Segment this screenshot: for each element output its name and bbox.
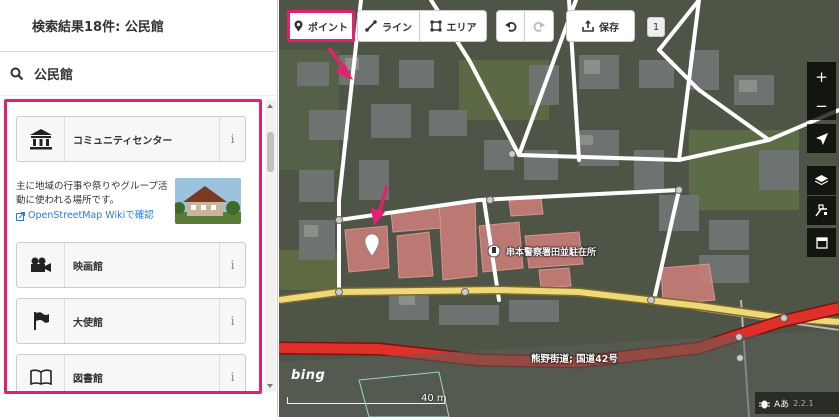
zoom-out-button[interactable]: − <box>807 91 836 120</box>
preset-item-library[interactable]: 図書館 i <box>16 354 246 391</box>
preset-label: 映画館 <box>73 261 103 273</box>
book-icon <box>17 355 65 391</box>
preset-label: コミュニティセンター <box>73 135 173 147</box>
poi-label: 串本警察署田並駐在所 <box>506 248 597 258</box>
add-line-label: ライン <box>382 22 412 34</box>
map-footer-info: Aあ 2.2.1 <box>755 392 839 414</box>
preset-list-scrollbar[interactable] <box>265 100 276 392</box>
road-label: 熊野街道; 国道42号 <box>531 354 618 365</box>
map-canvas[interactable]: 串本警察署田並駐在所 熊野街道; 国道42号 bing ポイント ライン エリア… <box>279 0 839 417</box>
layers-icon <box>815 174 828 185</box>
wiki-link-label: OpenStreetMap Wikiで確認 <box>28 210 154 221</box>
preset-info-button[interactable]: i <box>219 355 245 391</box>
preset-list: コミュニティセンター i 主に地域の行事や祭りやグループ活動に使われる場所です。… <box>4 99 262 394</box>
scale-bar[interactable]: 40 m <box>287 392 487 412</box>
external-link-icon <box>16 211 25 221</box>
bug-icon[interactable] <box>759 398 770 409</box>
line-icon <box>365 20 377 32</box>
preset-item-cinema[interactable]: 映画館 i <box>16 242 246 288</box>
plus-icon: + <box>815 67 828 86</box>
geolocate-button[interactable] <box>807 124 836 153</box>
version-label[interactable]: 2.2.1 <box>793 399 813 408</box>
area-icon <box>430 20 441 32</box>
upload-icon <box>582 20 594 32</box>
preset-photo <box>175 178 241 224</box>
save-label: 保存 <box>599 22 619 34</box>
app-window: 検索結果18件: 公民館 コミュニティセンター i 主に地域の行事や祭りやグルー… <box>0 0 839 417</box>
preset-info-button[interactable]: i <box>219 243 245 287</box>
save-count-badge: 1 <box>647 17 665 37</box>
preset-search-bar <box>0 52 277 96</box>
scroll-down-arrow-icon[interactable] <box>267 384 273 388</box>
save-button[interactable]: 保存 <box>566 10 635 42</box>
preset-label: 大使館 <box>73 317 103 329</box>
undo-button[interactable] <box>496 10 525 42</box>
redo-button[interactable] <box>525 10 554 42</box>
scale-label: 40 m <box>421 393 447 404</box>
location-arrow-icon <box>815 132 828 145</box>
map-data-icon <box>815 204 827 217</box>
add-area-button[interactable]: エリア <box>420 10 487 42</box>
bing-logo: bing <box>291 368 326 383</box>
scrollbar-thumb[interactable] <box>267 132 274 172</box>
search-results-title: 検索結果18件: 公民館 <box>32 20 164 35</box>
add-line-button[interactable]: ライン <box>357 10 420 42</box>
redo-icon <box>533 22 545 32</box>
add-point-label: ポイント <box>308 22 348 34</box>
add-point-button[interactable]: ポイント <box>287 10 355 42</box>
undo-icon <box>504 22 516 32</box>
preset-description: 主に地域の行事や祭りやグループ活動に使われる場所です。 OpenStreetMa… <box>16 180 176 223</box>
sidebar: 検索結果18件: 公民館 コミュニティセンター i 主に地域の行事や祭りやグルー… <box>0 0 278 417</box>
flag-icon <box>17 299 65 343</box>
town-hall-icon <box>17 117 65 161</box>
language-toggle[interactable]: Aあ <box>774 397 789 410</box>
preset-item-community-centre[interactable]: コミュニティセンター i <box>16 116 246 162</box>
panel-icon <box>815 236 828 249</box>
add-area-label: エリア <box>446 22 477 34</box>
zoom-in-button[interactable]: + <box>807 62 836 91</box>
sidebar-header: 検索結果18件: 公民館 <box>0 0 277 52</box>
preset-info-button[interactable]: i <box>219 117 245 161</box>
search-icon <box>10 67 24 80</box>
preset-label: 図書館 <box>73 373 103 385</box>
preset-info-button[interactable]: i <box>219 299 245 343</box>
scroll-up-arrow-icon[interactable] <box>267 104 273 108</box>
map-pin-icon <box>294 20 303 32</box>
description-text: 主に地域の行事や祭りやグループ活動に使われる場所です。 <box>16 181 168 206</box>
preset-search-input[interactable] <box>34 66 234 81</box>
wiki-link[interactable]: OpenStreetMap Wikiで確認 <box>16 209 176 223</box>
movie-camera-icon <box>17 243 65 287</box>
map-data-button[interactable] <box>807 196 836 225</box>
preset-item-embassy[interactable]: 大使館 i <box>16 298 246 344</box>
minus-icon: − <box>815 96 828 115</box>
issues-button[interactable] <box>807 228 836 257</box>
background-layers-button[interactable] <box>807 166 836 195</box>
